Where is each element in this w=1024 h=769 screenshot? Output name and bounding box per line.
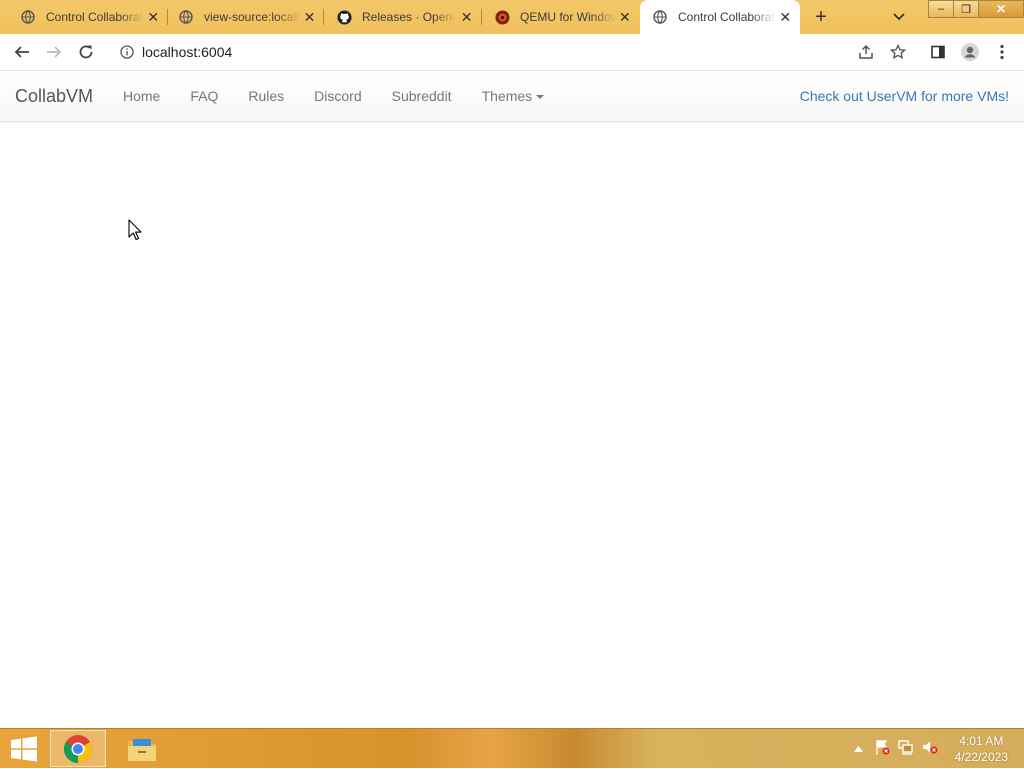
- nav-discord[interactable]: Discord: [299, 71, 376, 121]
- share-icon: [859, 44, 873, 59]
- side-panel-icon: [931, 45, 945, 59]
- tab-search-button[interactable]: [888, 6, 910, 28]
- nav-themes-dropdown[interactable]: Themes: [467, 71, 560, 121]
- show-hidden-icons[interactable]: [850, 746, 866, 752]
- close-icon[interactable]: ✕: [144, 7, 162, 27]
- profile-icon: [961, 43, 979, 61]
- tab-title: Releases · Open-S: [362, 10, 458, 24]
- windows-logo-icon: [11, 736, 37, 762]
- nav-subreddit[interactable]: Subreddit: [377, 71, 467, 121]
- chrome-icon: [64, 734, 92, 763]
- nav-links: Home FAQ Rules Discord Subreddit Themes: [108, 71, 559, 121]
- tab-qemu-for-windows[interactable]: QEMU for Windows ✕: [482, 0, 640, 34]
- taskbar-file-explorer[interactable]: [114, 730, 170, 767]
- address-bar[interactable]: localhost:6004: [110, 38, 894, 66]
- tab-title: Control Collaborative: [678, 10, 777, 24]
- caret-down-icon: [536, 95, 545, 100]
- arrow-left-icon: [14, 46, 29, 58]
- arrow-right-icon: [47, 46, 62, 58]
- themes-label: Themes: [481, 88, 533, 104]
- star-icon: [890, 44, 906, 60]
- side-panel-button[interactable]: [926, 40, 950, 64]
- globe-icon: [20, 9, 36, 25]
- clock-time: 4:01 AM: [959, 734, 1004, 748]
- nav-rules[interactable]: Rules: [233, 71, 299, 121]
- chevron-up-icon: [853, 746, 863, 752]
- uservm-promo-link[interactable]: Check out UserVM for more VMs!: [800, 71, 1009, 121]
- window-controls: – ❐ ✕: [928, 0, 1024, 20]
- action-center-flag-icon[interactable]: [874, 739, 890, 760]
- info-icon[interactable]: [120, 45, 134, 59]
- browser-tab-strip: Control Collaborative ✕ view-source:loca…: [0, 0, 1024, 34]
- tab-control-collaborative-active[interactable]: Control Collaborative ✕: [640, 0, 800, 34]
- profile-button[interactable]: [958, 40, 982, 64]
- new-tab-button[interactable]: +: [808, 5, 834, 29]
- address-text[interactable]: localhost:6004: [142, 44, 232, 60]
- windows-taskbar: 4:01 AM 4/22/2023: [0, 728, 1024, 768]
- close-icon[interactable]: ✕: [616, 7, 634, 27]
- tab-control-collaborative[interactable]: Control Collaborative ✕: [8, 0, 168, 34]
- minimize-button[interactable]: –: [928, 0, 954, 18]
- share-button[interactable]: [854, 40, 878, 64]
- tab-view-source[interactable]: view-source:localhost ✕: [166, 0, 324, 34]
- github-icon: [336, 9, 352, 25]
- close-icon[interactable]: ✕: [301, 7, 318, 27]
- reload-icon: [79, 45, 93, 59]
- tab-title: view-source:localhost: [204, 10, 302, 24]
- tab-title: QEMU for Windows: [520, 10, 616, 24]
- taskbar-chrome[interactable]: [50, 730, 106, 767]
- tab-releases-github[interactable]: Releases · Open-S ✕: [324, 0, 482, 34]
- network-icon[interactable]: [898, 739, 914, 760]
- chevron-down-icon: [893, 13, 905, 21]
- folder-icon: [128, 738, 156, 761]
- reload-button[interactable]: [74, 40, 98, 64]
- globe-icon: [178, 9, 194, 25]
- brand-logo-text[interactable]: CollabVM: [15, 86, 93, 107]
- clock-date: 4/22/2023: [954, 750, 1008, 764]
- browser-toolbar: localhost:6004: [0, 34, 1024, 71]
- restore-button[interactable]: ❐: [953, 0, 979, 18]
- nav-home[interactable]: Home: [108, 71, 175, 121]
- tab-title: Control Collaborative: [46, 10, 145, 24]
- start-button[interactable]: [8, 735, 40, 763]
- site-navbar: CollabVM Home FAQ Rules Discord Subreddi…: [0, 71, 1024, 122]
- menu-button[interactable]: [990, 40, 1014, 64]
- system-tray: [850, 729, 938, 769]
- window-close-button[interactable]: ✕: [978, 0, 1024, 18]
- bookmark-button[interactable]: [886, 40, 910, 64]
- volume-muted-icon[interactable]: [922, 739, 938, 760]
- back-button[interactable]: [10, 40, 34, 64]
- taskbar-clock[interactable]: 4:01 AM 4/22/2023: [955, 733, 1008, 765]
- close-icon[interactable]: ✕: [776, 7, 794, 27]
- mouse-cursor-icon: [128, 219, 142, 241]
- globe-icon: [652, 9, 668, 25]
- forward-button[interactable]: [42, 40, 66, 64]
- close-icon[interactable]: ✕: [457, 7, 476, 27]
- qemu-icon: [494, 9, 510, 25]
- nav-faq[interactable]: FAQ: [175, 71, 233, 121]
- kebab-menu-icon: [1000, 44, 1004, 60]
